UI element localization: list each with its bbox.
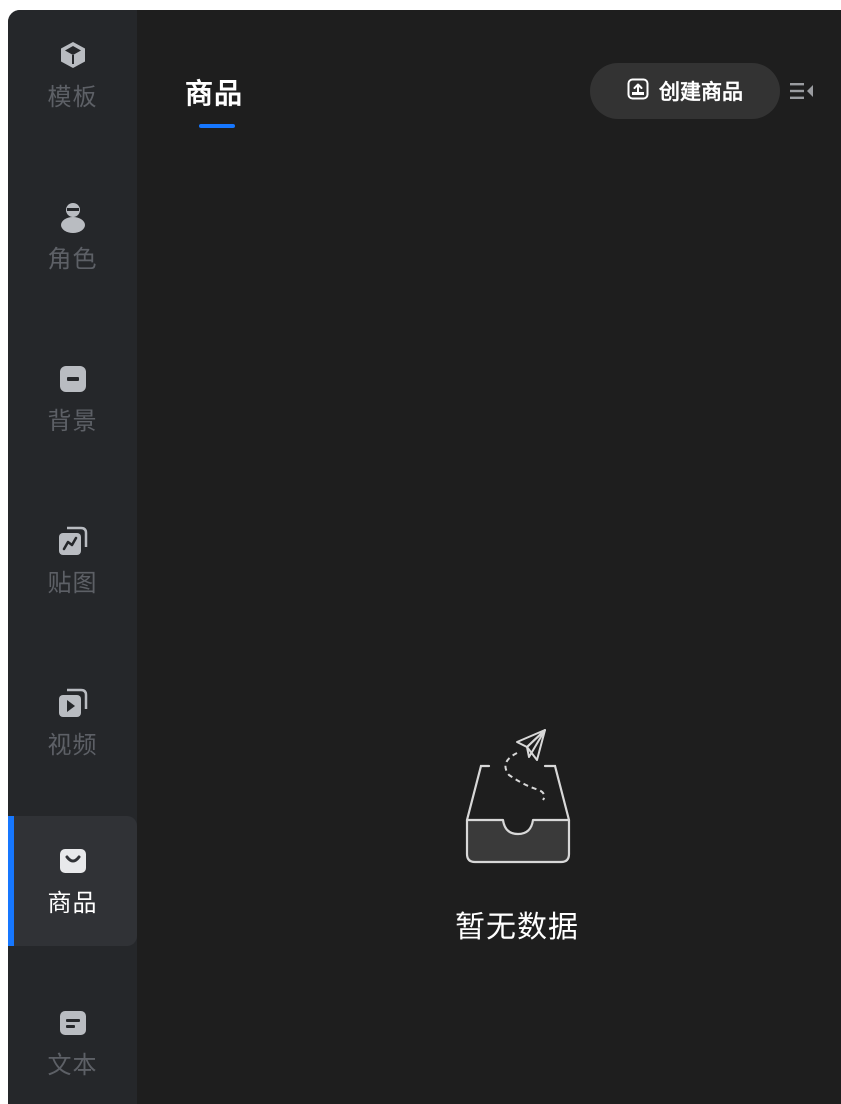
text-icon <box>57 1007 89 1039</box>
person-icon <box>57 201 89 233</box>
app-window: 模板 角色 背景 贴图 视频 商品 文本 商品 创建商品 暂无数据 <box>8 10 841 1104</box>
sidebar-item-label: 模板 <box>47 82 98 111</box>
create-product-button[interactable]: 创建商品 <box>590 63 780 119</box>
sidebar-item-stickers[interactable]: 贴图 <box>8 496 137 626</box>
upload-icon <box>627 78 649 104</box>
sidebar-item-text[interactable]: 文本 <box>8 978 137 1104</box>
sidebar-item-characters[interactable]: 角色 <box>8 172 137 302</box>
sidebar: 模板 角色 背景 贴图 视频 商品 文本 <box>8 10 137 1104</box>
sidebar-item-label: 商品 <box>47 888 98 917</box>
sidebar-item-video[interactable]: 视频 <box>8 658 137 788</box>
empty-state: 暂无数据 <box>417 720 617 960</box>
sidebar-item-background[interactable]: 背景 <box>8 334 137 464</box>
collapse-panel-icon[interactable] <box>789 80 815 102</box>
main-panel: 商品 创建商品 暂无数据 <box>137 10 841 1104</box>
sidebar-item-label: 背景 <box>47 406 98 435</box>
sidebar-item-products[interactable]: 商品 <box>8 816 137 946</box>
background-icon <box>57 363 89 395</box>
tab-active-indicator <box>199 124 235 128</box>
sticker-icon <box>57 525 89 557</box>
cube-icon <box>57 39 89 71</box>
empty-state-text: 暂无数据 <box>455 910 579 945</box>
sidebar-item-label: 贴图 <box>47 568 98 597</box>
sidebar-item-templates[interactable]: 模板 <box>8 10 137 140</box>
sidebar-item-label: 文本 <box>47 1050 98 1079</box>
sidebar-item-label: 角色 <box>47 244 98 273</box>
empty-inbox-icon <box>447 720 587 874</box>
sidebar-item-label: 视频 <box>47 730 98 759</box>
tab-products[interactable]: 商品 <box>185 72 243 112</box>
create-product-button-label: 创建商品 <box>659 80 743 104</box>
shopping-bag-icon <box>57 845 89 877</box>
video-icon <box>57 687 89 719</box>
